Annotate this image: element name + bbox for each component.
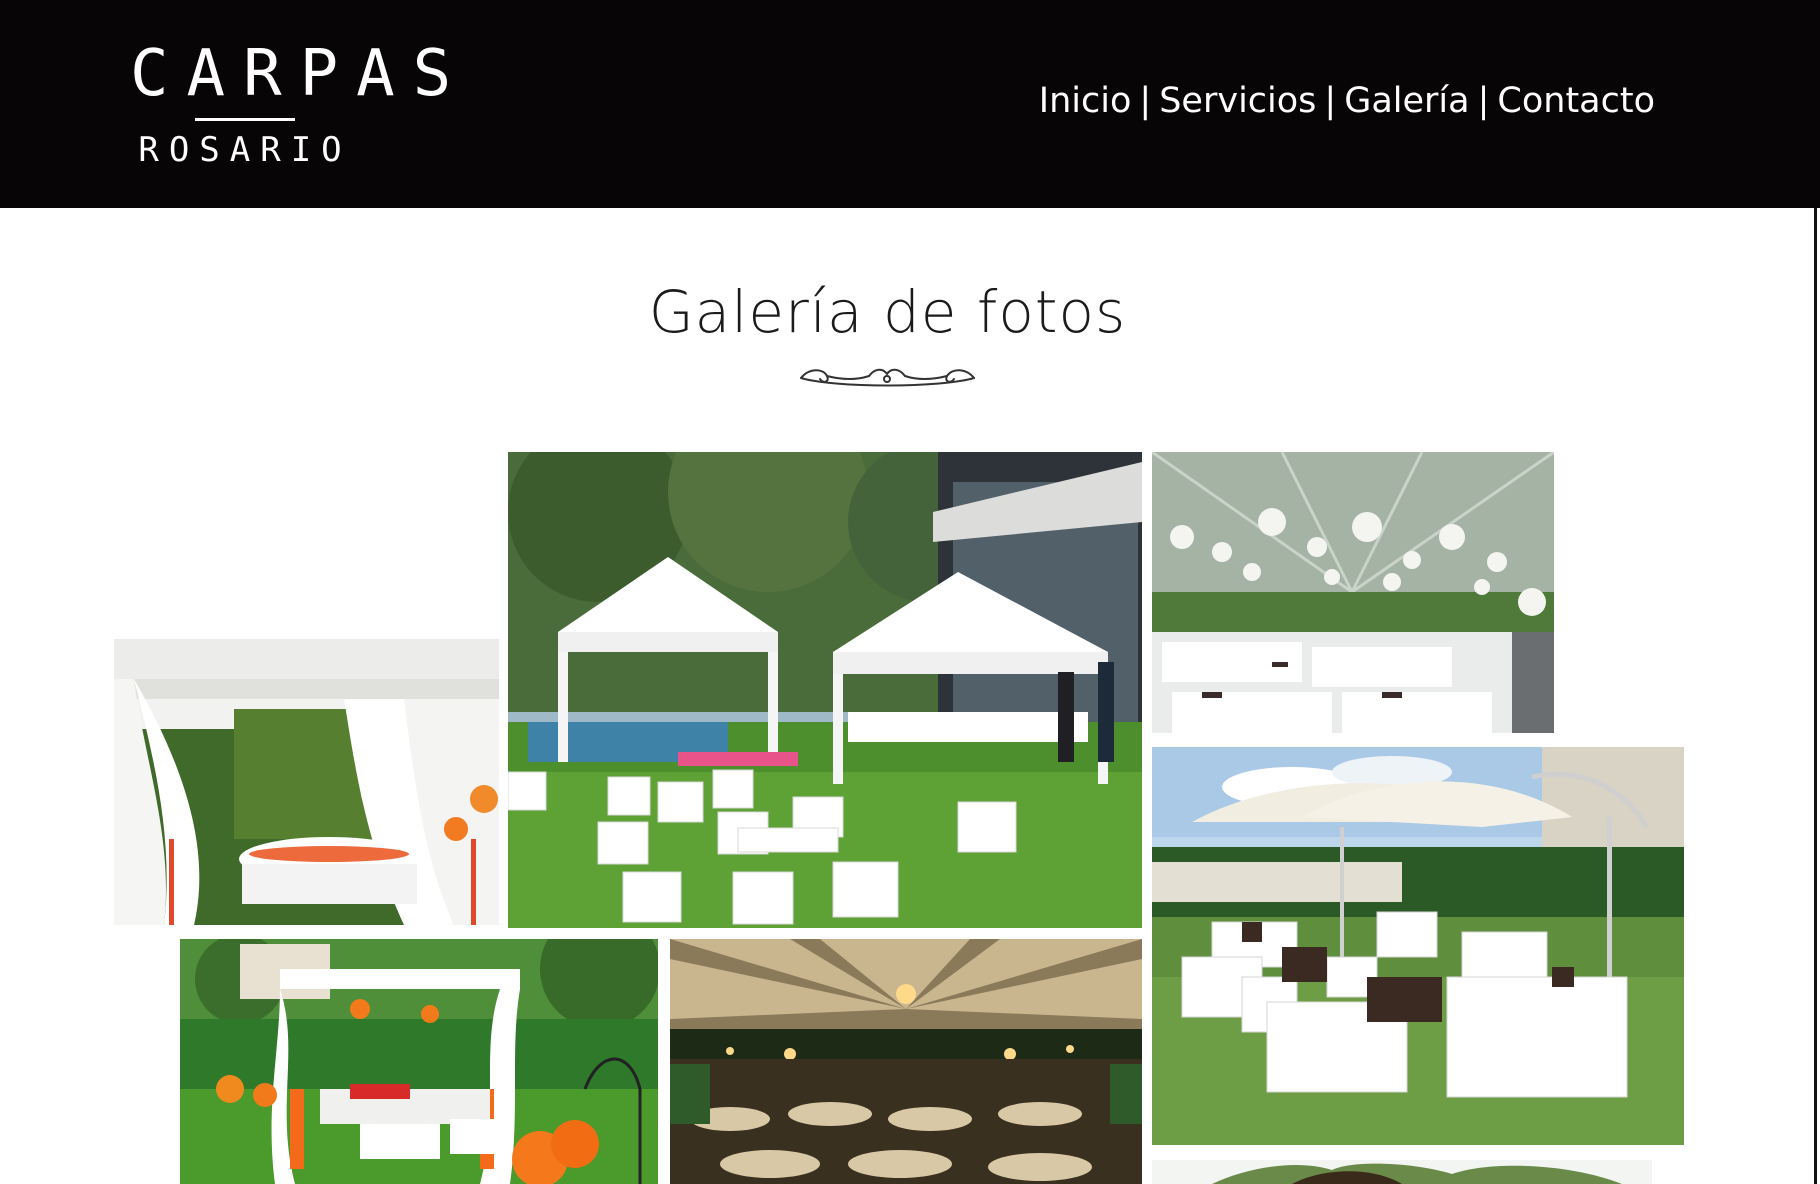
site-header: CARPAS ROSARIO Inicio | Servicios | Gale… [0, 0, 1820, 208]
logo-divider [195, 118, 295, 121]
nav-link-inicio[interactable]: Inicio [1039, 81, 1132, 121]
nav-link-contacto[interactable]: Contacto [1497, 81, 1655, 121]
nav-link-galeria[interactable]: Galería [1344, 81, 1469, 121]
gallery-photo-umbrella-lounge[interactable] [1152, 747, 1684, 1145]
ornament-divider [800, 368, 975, 387]
gallery-photo-pagoda-tents[interactable] [508, 452, 1142, 928]
gallery-photo-orange-pergola[interactable] [180, 939, 658, 1184]
gallery-photo-draped-tent[interactable] [114, 639, 499, 925]
logo-sub-text: ROSARIO [138, 130, 352, 170]
logo[interactable]: CARPAS ROSARIO [130, 37, 470, 174]
nav-separator: | [1139, 81, 1152, 121]
nav-separator: | [1477, 81, 1490, 121]
page-edge-line [1814, 208, 1817, 1184]
gallery-photo-tree-canopy[interactable] [1152, 1160, 1652, 1184]
nav-link-servicios[interactable]: Servicios [1159, 81, 1316, 121]
gallery-photo-chandelier-tent[interactable] [670, 939, 1142, 1184]
gallery-photo-lantern-tent[interactable] [1152, 452, 1554, 733]
logo-main-text: CARPAS [130, 37, 470, 111]
main-nav: Inicio | Servicios | Galería | Contacto [1039, 76, 1655, 126]
nav-separator: | [1324, 81, 1337, 121]
page-title: Galería de fotos [648, 278, 1127, 346]
